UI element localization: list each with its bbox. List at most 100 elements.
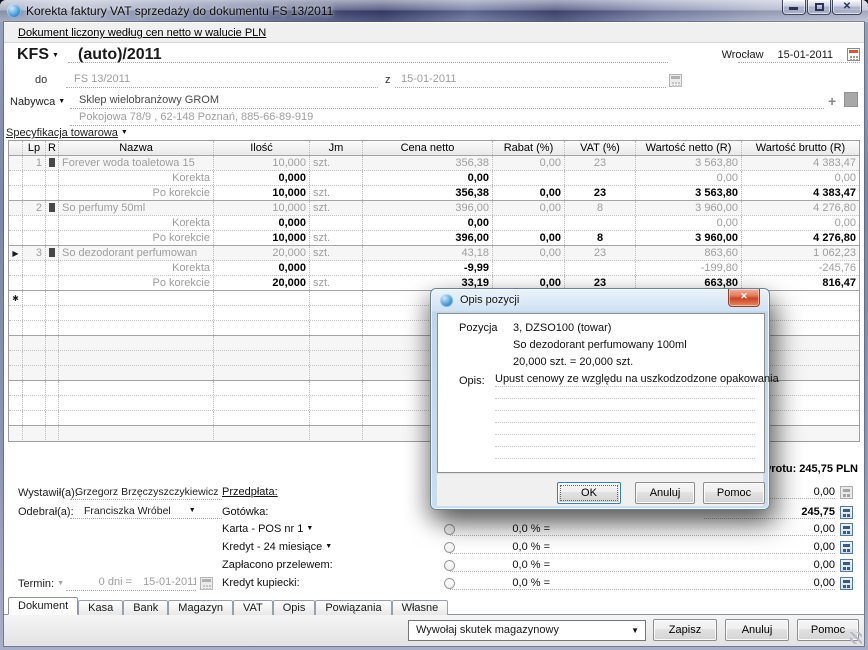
buyer-dropdown[interactable]: Nabywca▼	[10, 96, 65, 108]
column-header[interactable]: Nazwa	[59, 141, 214, 155]
opis-input-line[interactable]	[495, 399, 755, 411]
table-row[interactable]: 1Forever woda toaletowa 1510,000szt.356,…	[9, 156, 859, 171]
row-indicator	[9, 276, 23, 290]
tab-powi-zania[interactable]: Powiązania	[315, 600, 391, 615]
payment-method-label: Zapłacono przelewem:	[222, 559, 333, 571]
warehouse-action-select[interactable]: Wywołaj skutek magazynowy ▼	[408, 620, 646, 641]
calculator-icon[interactable]	[840, 523, 853, 536]
do-label: do	[35, 74, 47, 86]
issued-by-select[interactable]: Grzegorz Brzęczyszczykiewicz▼	[70, 484, 222, 500]
payment-method-label[interactable]: Kredyt - 24 miesiące▼	[222, 541, 332, 553]
dialog-cancel-button[interactable]: Anuluj	[635, 482, 695, 504]
calculator-icon[interactable]	[840, 506, 853, 519]
cell-empty	[46, 321, 59, 335]
cell-r	[46, 201, 59, 215]
payment-method-label[interactable]: Przedpłata:	[222, 486, 278, 498]
opis-input-line[interactable]	[495, 435, 755, 447]
tab-dokument[interactable]: Dokument	[8, 597, 78, 615]
dialog-help-button[interactable]: Pomoc	[703, 482, 765, 504]
calculator-icon[interactable]	[840, 577, 853, 590]
cell-r	[46, 261, 59, 275]
table-row[interactable]: ▶3So dezodorant perfumowan20,000szt.43,1…	[9, 246, 859, 261]
opis-input-line[interactable]	[495, 387, 755, 399]
cell-vat: 23	[565, 186, 636, 200]
opis-input-line[interactable]: Upust cenowy ze względu na uszkodzodzone…	[495, 373, 755, 387]
tab-kasa[interactable]: Kasa	[78, 600, 123, 615]
tab-vat[interactable]: VAT	[233, 600, 273, 615]
column-header[interactable]: R	[46, 141, 59, 155]
column-header[interactable]: Ilość	[214, 141, 310, 155]
source-doc-field[interactable]: FS 13/2011	[66, 72, 378, 88]
cell-price: 0,00	[363, 171, 493, 185]
calculator-icon[interactable]	[840, 559, 853, 572]
calendar-icon[interactable]	[847, 48, 860, 61]
term-dropdown[interactable]: Termin:▼	[18, 578, 64, 590]
column-header[interactable]: Rabat (%)	[493, 141, 565, 155]
add-buyer-icon[interactable]: +	[828, 93, 836, 109]
table-row[interactable]: Korekta0,000-9,99-199,80-245,76	[9, 261, 859, 276]
cell-empty	[214, 381, 310, 395]
resize-grip[interactable]	[850, 632, 862, 644]
source-date-field[interactable]: 15-01-2011	[395, 72, 666, 88]
table-row[interactable]: Po korekcie10,000szt.396,000,0083 960,00…	[9, 231, 859, 246]
payment-amount-input[interactable]: 0,00	[734, 577, 835, 589]
title-bar[interactable]: Korekta faktury VAT sprzedaży do dokumen…	[0, 0, 868, 22]
table-row[interactable]: Po korekcie10,000szt.356,380,00233 563,8…	[9, 186, 859, 201]
cell-vat: 8	[565, 201, 636, 215]
doc-type-select[interactable]: KFS▼	[17, 46, 59, 64]
city-value[interactable]: Wrocław	[722, 49, 764, 61]
cell-empty	[23, 321, 46, 335]
column-header[interactable]: Wartość brutto (R)	[742, 141, 859, 155]
table-row[interactable]: 2So perfumy 50ml10,000szt.396,000,0083 9…	[9, 201, 859, 216]
maximize-button[interactable]	[807, 0, 831, 15]
spec-section-dropdown[interactable]: Specyfikacja towarowa▼	[6, 127, 128, 139]
column-header[interactable]: VAT (%)	[565, 141, 636, 155]
payment-percent[interactable]: 0,0 % =	[450, 541, 550, 553]
tab-w-asne[interactable]: Własne	[392, 600, 449, 615]
buyer-browse-button[interactable]	[844, 92, 858, 107]
pricing-mode-link[interactable]: Dokument liczony według cen netto w walu…	[18, 27, 266, 39]
cell-lp	[23, 186, 46, 200]
app-window: Korekta faktury VAT sprzedaży do dokumen…	[0, 0, 868, 650]
opis-input-line[interactable]	[495, 411, 755, 423]
cell-lp: 3	[23, 246, 46, 260]
payment-amount-input[interactable]: 0,00	[734, 541, 835, 553]
payment-method-label[interactable]: Karta - POS nr 1▼	[222, 523, 313, 535]
tab-bank[interactable]: Bank	[123, 600, 168, 615]
payment-amount-input[interactable]: 0,00	[734, 559, 835, 571]
buyer-name-field[interactable]: Sklep wielobranżowy GROM	[70, 93, 824, 109]
received-by-select[interactable]: Franciszka Wróbel▼	[70, 503, 222, 519]
cell-lp	[23, 171, 46, 185]
dialog-title-bar[interactable]: Opis pozycji ✕	[431, 289, 769, 313]
cell-brutto: 4 276,80	[742, 231, 859, 245]
cell-empty	[214, 306, 310, 320]
cell-empty	[310, 396, 363, 410]
cancel-button[interactable]: Anuluj	[725, 619, 789, 641]
close-button[interactable]: ✕	[832, 0, 862, 15]
column-header[interactable]: Cena netto	[363, 141, 493, 155]
cell-jm: szt.	[310, 246, 363, 260]
payment-percent[interactable]: 0,0 % =	[450, 577, 550, 589]
minimize-button[interactable]	[782, 0, 806, 15]
cell-name: Korekta	[59, 261, 214, 275]
row-indicator	[9, 396, 23, 410]
payment-amount-input[interactable]: 0,00	[734, 523, 835, 535]
tab-magazyn[interactable]: Magazyn	[168, 600, 233, 615]
save-button[interactable]: Zapisz	[653, 619, 717, 641]
column-header[interactable]: Jm	[310, 141, 363, 155]
dialog-close-button[interactable]: ✕	[728, 289, 760, 307]
ok-button[interactable]: OK	[557, 482, 621, 504]
tab-opis[interactable]: Opis	[273, 600, 316, 615]
opis-input-line[interactable]	[495, 447, 755, 459]
opis-input-line[interactable]	[495, 423, 755, 435]
cell-qty: 10,000	[214, 186, 310, 200]
table-row[interactable]: Korekta0,0000,000,000,00	[9, 171, 859, 186]
payment-percent[interactable]: 0,0 % =	[450, 559, 550, 571]
cell-empty	[310, 336, 363, 350]
calculator-icon[interactable]	[840, 541, 853, 554]
table-row[interactable]: Korekta0,0000,000,000,00	[9, 216, 859, 231]
column-header[interactable]: Wartość netto (R)	[636, 141, 742, 155]
issue-date-value[interactable]: 15-01-2011	[778, 49, 833, 61]
payment-percent[interactable]: 0,0 % =	[450, 523, 550, 535]
column-header[interactable]: Lp	[23, 141, 46, 155]
